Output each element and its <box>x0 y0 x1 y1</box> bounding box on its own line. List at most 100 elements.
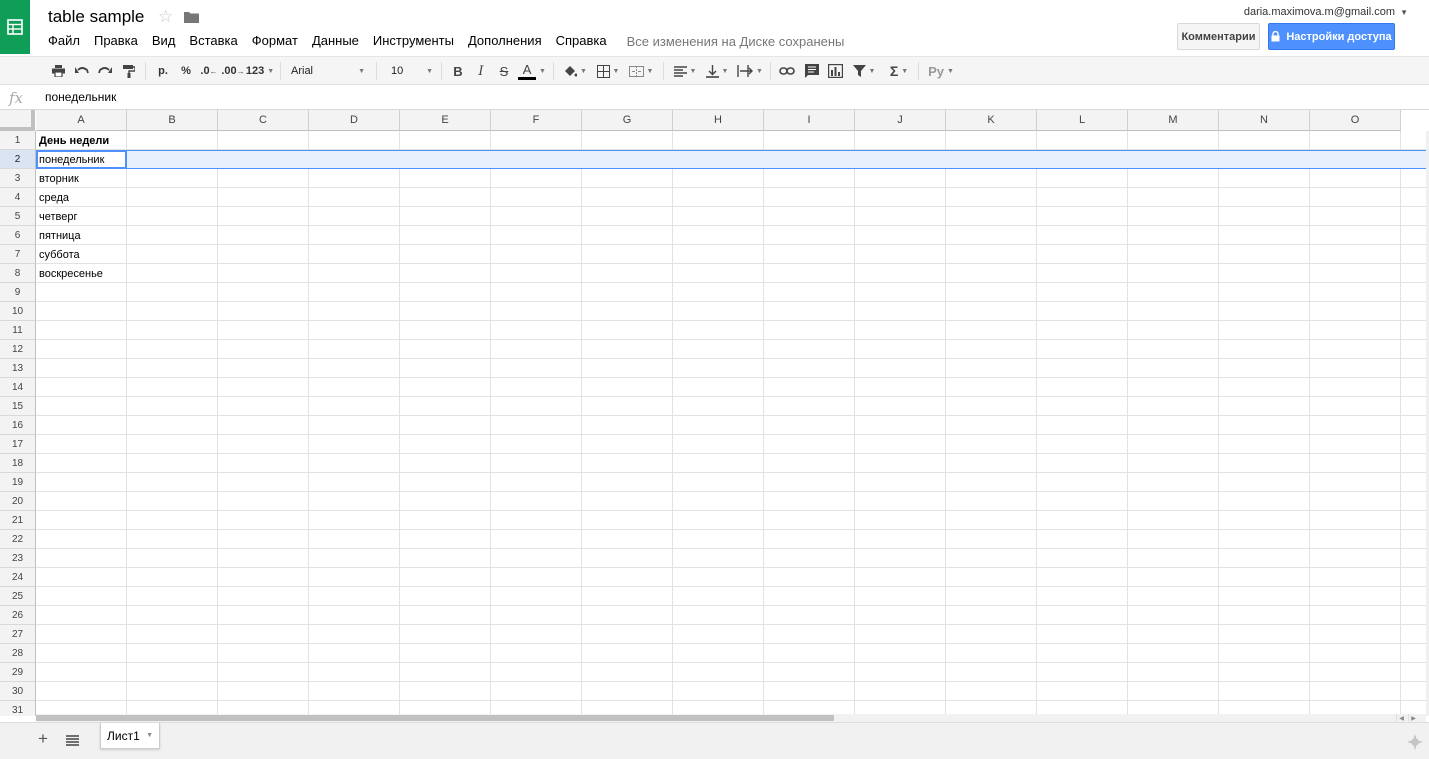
cell-a7[interactable]: суббота <box>36 245 127 264</box>
cell-area[interactable] <box>36 131 1426 716</box>
row-header-23[interactable]: 23 <box>0 549 36 568</box>
column-header-e[interactable]: E <box>400 110 491 131</box>
row-header-11[interactable]: 11 <box>0 321 36 340</box>
row-header-13[interactable]: 13 <box>0 359 36 378</box>
row-header-24[interactable]: 24 <box>0 568 36 587</box>
cell-a6[interactable]: пятница <box>36 226 127 245</box>
column-header-h[interactable]: H <box>673 110 764 131</box>
add-sheet-icon[interactable]: + <box>38 729 48 749</box>
filter-button[interactable]: ▼ <box>849 57 879 85</box>
cell-a5[interactable]: четверг <box>36 207 127 226</box>
text-wrapping-button[interactable]: ▼ <box>735 57 765 85</box>
row-header-26[interactable]: 26 <box>0 606 36 625</box>
menu-format[interactable]: Формат <box>245 31 305 51</box>
save-status[interactable]: Все изменения на Диске сохранены <box>627 34 845 49</box>
menu-tools[interactable]: Инструменты <box>366 31 461 51</box>
undo-icon[interactable] <box>74 57 90 85</box>
font-size-select[interactable]: 10 ▼ <box>391 60 433 82</box>
chevron-down-icon[interactable]: ▼ <box>146 732 153 739</box>
insert-chart-icon[interactable] <box>826 57 844 85</box>
row-header-18[interactable]: 18 <box>0 454 36 473</box>
menu-insert[interactable]: Вставка <box>182 31 244 51</box>
share-button[interactable]: Настройки доступа <box>1268 23 1395 50</box>
menu-help[interactable]: Справка <box>549 31 614 51</box>
italic-button[interactable]: I <box>473 57 489 85</box>
all-sheets-list-icon[interactable] <box>66 733 79 751</box>
row-header-9[interactable]: 9 <box>0 283 36 302</box>
row-header-19[interactable]: 19 <box>0 473 36 492</box>
comments-button[interactable]: Комментарии <box>1177 23 1260 50</box>
menu-addons[interactable]: Дополнения <box>461 31 549 51</box>
formula-input[interactable]: понедельник <box>45 90 116 104</box>
functions-button[interactable]: Σ ▼ <box>885 57 913 85</box>
row-header-1[interactable]: 1 <box>0 131 36 150</box>
row-header-17[interactable]: 17 <box>0 435 36 454</box>
cell-a8[interactable]: воскресенье <box>36 264 127 283</box>
insert-link-icon[interactable] <box>778 57 796 85</box>
column-header-l[interactable]: L <box>1037 110 1128 131</box>
row-header-7[interactable]: 7 <box>0 245 36 264</box>
account-email[interactable]: daria.maximova.m@gmail.com <box>1244 6 1395 18</box>
row-header-5[interactable]: 5 <box>0 207 36 226</box>
percent-format-button[interactable]: % <box>177 57 195 85</box>
input-tools-button[interactable]: Ру ▼ <box>925 57 957 85</box>
strikethrough-button[interactable]: S <box>496 57 512 85</box>
more-formats-button[interactable]: 123 ▼ <box>246 57 274 85</box>
borders-button[interactable]: ▼ <box>594 57 622 85</box>
menu-file[interactable]: Файл <box>41 31 87 51</box>
row-header-21[interactable]: 21 <box>0 511 36 530</box>
sheet-tab-active[interactable]: Лист1 ▼ <box>100 723 160 749</box>
select-all-corner[interactable] <box>0 110 35 131</box>
insert-comment-icon[interactable] <box>803 57 821 85</box>
cell-a4[interactable]: среда <box>36 188 127 207</box>
row-header-6[interactable]: 6 <box>0 226 36 245</box>
row-header-15[interactable]: 15 <box>0 397 36 416</box>
row-header-22[interactable]: 22 <box>0 530 36 549</box>
menu-view[interactable]: Вид <box>145 31 183 51</box>
row-header-20[interactable]: 20 <box>0 492 36 511</box>
row-header-12[interactable]: 12 <box>0 340 36 359</box>
row-header-25[interactable]: 25 <box>0 587 36 606</box>
column-header-m[interactable]: M <box>1128 110 1219 131</box>
currency-format-button[interactable]: р. <box>154 57 172 85</box>
column-header-k[interactable]: K <box>946 110 1037 131</box>
paint-format-icon[interactable] <box>121 57 137 85</box>
explore-icon[interactable] <box>1407 734 1423 755</box>
sheets-logo-icon[interactable] <box>0 0 30 54</box>
row-header-10[interactable]: 10 <box>0 302 36 321</box>
row-header-14[interactable]: 14 <box>0 378 36 397</box>
fill-color-button[interactable]: ▼ <box>561 57 589 85</box>
decrease-decimals-button[interactable]: .0 ← <box>199 57 219 85</box>
column-header-i[interactable]: I <box>764 110 855 131</box>
row-header-4[interactable]: 4 <box>0 188 36 207</box>
redo-icon[interactable] <box>97 57 113 85</box>
horizontal-align-button[interactable]: ▼ <box>671 57 699 85</box>
document-title[interactable]: table sample <box>48 7 144 27</box>
account-caret-icon[interactable]: ▼ <box>1400 8 1408 17</box>
print-icon[interactable] <box>50 57 66 85</box>
menu-edit[interactable]: Правка <box>87 31 145 51</box>
column-header-n[interactable]: N <box>1219 110 1310 131</box>
row-header-30[interactable]: 30 <box>0 682 36 701</box>
folder-icon[interactable] <box>184 10 199 28</box>
merge-cells-button[interactable]: ▼ <box>626 57 656 85</box>
menu-data[interactable]: Данные <box>305 31 366 51</box>
column-header-j[interactable]: J <box>855 110 946 131</box>
increase-decimals-button[interactable]: .00 → <box>221 57 244 85</box>
column-header-f[interactable]: F <box>491 110 582 131</box>
column-header-o[interactable]: O <box>1310 110 1401 131</box>
column-header-c[interactable]: C <box>218 110 309 131</box>
row-header-16[interactable]: 16 <box>0 416 36 435</box>
font-family-select[interactable]: Arial ▼ <box>291 60 365 82</box>
cell-a3[interactable]: вторник <box>36 169 127 188</box>
row-header-2[interactable]: 2 <box>0 150 36 169</box>
column-header-b[interactable]: B <box>127 110 218 131</box>
vertical-align-button[interactable]: ▼ <box>704 57 730 85</box>
row-header-28[interactable]: 28 <box>0 644 36 663</box>
scroll-right-icon[interactable]: ▶ <box>1408 714 1418 722</box>
row-header-29[interactable]: 29 <box>0 663 36 682</box>
scroll-left-icon[interactable]: ◀ <box>1396 714 1406 722</box>
row-header-27[interactable]: 27 <box>0 625 36 644</box>
row-header-8[interactable]: 8 <box>0 264 36 283</box>
cell-a1[interactable]: День недели <box>36 131 127 150</box>
